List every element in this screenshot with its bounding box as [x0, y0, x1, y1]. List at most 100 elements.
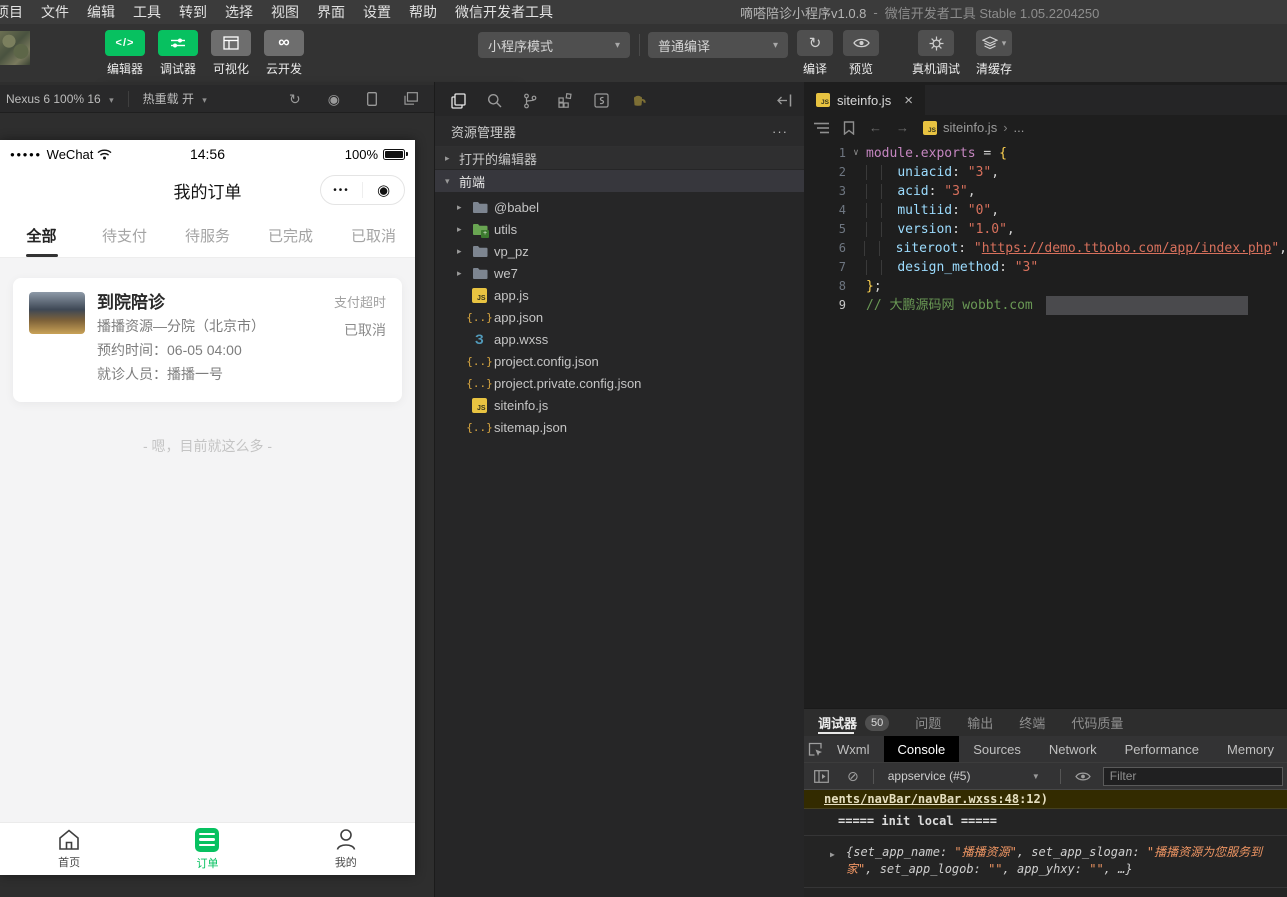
- file-tree-item[interactable]: ▸ + JS {..} Ɛ we7: [435, 262, 804, 284]
- code-line[interactable]: 3 acid: "3",: [804, 182, 1287, 201]
- order-tab[interactable]: 待支付: [83, 214, 166, 257]
- code-line[interactable]: 7 design_method: "3": [804, 258, 1287, 277]
- collapse-sidebar-icon[interactable]: [777, 94, 792, 107]
- menu-item[interactable]: 选择: [216, 0, 262, 24]
- file-tree-item[interactable]: ▸ + JS {..} Ɛ @babel: [435, 196, 804, 218]
- menu-item[interactable]: 界面: [308, 0, 354, 24]
- file-tree-item[interactable]: ▸ + JS {..} Ɛ siteinfo.js: [435, 394, 804, 416]
- file-tree-item[interactable]: ▸ + JS {..} Ɛ project.private.config.jso…: [435, 372, 804, 394]
- devtools-tab[interactable]: Memory: [1213, 736, 1287, 762]
- fold-icon[interactable]: ∨: [846, 144, 866, 163]
- console-log-row[interactable]: ▶{id: "277", uid: "3", uniacid: "3", nic…: [804, 888, 1287, 897]
- console-log-row[interactable]: ▶{set_app_name: "播播资源", set_app_slogan: …: [804, 836, 1287, 888]
- code-line[interactable]: 6 siteroot: "https://demo.ttbobo.com/app…: [804, 239, 1287, 258]
- file-tree-item[interactable]: ▸ + JS {..} Ɛ project.config.json: [435, 350, 804, 372]
- breadcrumb[interactable]: JS siteinfo.js › ...: [923, 120, 1024, 135]
- menu-item[interactable]: 帮助: [400, 0, 446, 24]
- toolbar-tool[interactable]: </> ∞ 云开发: [262, 30, 306, 77]
- toolbar-action[interactable]: ↻ ▾ 预览: [839, 30, 883, 77]
- file-tree-item[interactable]: ▸ + JS {..} Ɛ app.js: [435, 284, 804, 306]
- code-area[interactable]: 1∨module.exports = {2 uniacid: "3",3 aci…: [804, 140, 1287, 315]
- git-branch-icon[interactable]: [523, 93, 537, 109]
- compile-mode-dropdown[interactable]: 普通编译 ▾: [648, 32, 788, 58]
- menu-item[interactable]: 工具: [124, 0, 170, 24]
- inspect-element-icon[interactable]: [808, 742, 823, 757]
- file-tree-item[interactable]: ▸ + JS {..} Ɛ sitemap.json: [435, 416, 804, 438]
- tabbar-item[interactable]: 我的: [277, 823, 415, 875]
- menu-item[interactable]: 转到: [170, 0, 216, 24]
- expander-icon[interactable]: ▶: [830, 846, 835, 863]
- more-actions-icon[interactable]: ···: [772, 124, 788, 139]
- debugger-tab[interactable]: 代码质量: [1071, 709, 1123, 736]
- search-icon[interactable]: [487, 93, 502, 108]
- order-tab[interactable]: 已完成: [249, 214, 332, 257]
- editor-tab[interactable]: JS siteinfo.js ×: [804, 85, 925, 115]
- code-line[interactable]: 8};: [804, 277, 1287, 296]
- code-line[interactable]: 2 uniacid: "3",: [804, 163, 1287, 182]
- outline-icon[interactable]: [814, 122, 829, 134]
- file-tree-item[interactable]: ▸ + JS {..} Ɛ utils: [435, 218, 804, 240]
- more-icon[interactable]: •••: [321, 185, 362, 196]
- file-tree-item[interactable]: ▸ + JS {..} Ɛ app.wxss: [435, 328, 804, 350]
- snippets-icon[interactable]: [594, 93, 609, 108]
- float-window-icon[interactable]: [404, 92, 418, 105]
- toolbar-tool[interactable]: </> ∞ 编辑器: [103, 30, 147, 77]
- menu-item[interactable]: 设置: [354, 0, 400, 24]
- back-icon[interactable]: ←: [869, 120, 882, 135]
- forward-icon[interactable]: →: [896, 120, 909, 135]
- avatar[interactable]: [0, 31, 30, 65]
- tabbar-item[interactable]: 订单: [138, 823, 276, 875]
- devtools-tab[interactable]: Wxml: [823, 736, 884, 762]
- toolbar-tool[interactable]: </> ∞ 调试器: [156, 30, 200, 77]
- debugger-tab[interactable]: 问题: [915, 709, 941, 736]
- context-dropdown[interactable]: appservice (#5) ▼: [888, 769, 1046, 783]
- file-tree-item[interactable]: ▸ + JS {..} Ɛ vp_pz: [435, 240, 804, 262]
- menu-item[interactable]: 文件: [32, 0, 78, 24]
- file-tree-item[interactable]: ▸ + JS {..} Ɛ app.json: [435, 306, 804, 328]
- devtools-tab[interactable]: Console: [884, 736, 960, 762]
- explorer-section[interactable]: ▸ 打开的编辑器: [435, 147, 804, 170]
- filter-input[interactable]: [1103, 767, 1283, 786]
- code-line[interactable]: 5 version: "1.0",: [804, 220, 1287, 239]
- code-line[interactable]: 1∨module.exports = {: [804, 144, 1287, 163]
- extensions-icon[interactable]: [558, 93, 573, 108]
- toolbar-action[interactable]: ↻ ▾ 编译: [793, 30, 837, 77]
- console-warning-row[interactable]: nents/navBar/navBar.wxss:48 :12): [804, 790, 1287, 809]
- source-link[interactable]: nents/navBar/navBar.wxss:48: [824, 792, 1019, 806]
- capsule-menu[interactable]: ••• ◉: [320, 175, 405, 205]
- console-log-row[interactable]: ===== init local =====: [804, 809, 1287, 836]
- order-tab[interactable]: 待服务: [166, 214, 249, 257]
- order-card[interactable]: 到院陪诊 支付超时 已取消 播播资源—分院（北京市） 预约时间：06-05 04…: [13, 278, 402, 402]
- rotate-icon[interactable]: ↻: [289, 92, 301, 106]
- record-icon[interactable]: ◉: [328, 92, 340, 106]
- teapot-icon[interactable]: [630, 94, 647, 107]
- devtools-tab[interactable]: Performance: [1111, 736, 1213, 762]
- devtools-tab[interactable]: Sources: [959, 736, 1035, 762]
- menu-item[interactable]: 微信开发者工具: [446, 0, 562, 24]
- code-line[interactable]: 4 multiid: "0",: [804, 201, 1287, 220]
- toolbar-tool[interactable]: </> ∞ 可视化: [209, 30, 253, 77]
- explorer-section[interactable]: ▾ 前端: [435, 170, 804, 193]
- menu-item[interactable]: 编辑: [78, 0, 124, 24]
- devtools-tab[interactable]: Network: [1035, 736, 1111, 762]
- toolbar-action[interactable]: ↻ ▾ 清缓存: [969, 30, 1019, 77]
- mode-dropdown[interactable]: 小程序模式 ▾: [478, 32, 630, 58]
- tabbar-item[interactable]: 首页: [0, 823, 138, 875]
- code-line[interactable]: 9// 大鹏源码网 wobbt.com: [804, 296, 1287, 315]
- debugger-tab[interactable]: 输出: [967, 709, 993, 736]
- hot-reload-toggle[interactable]: 热重载 开 ▾: [133, 90, 217, 107]
- menu-item[interactable]: 视图: [262, 0, 308, 24]
- files-icon[interactable]: [451, 93, 466, 109]
- device-selector[interactable]: Nexus 6 100% 16 ▾: [0, 92, 124, 106]
- order-tab[interactable]: 已取消: [332, 214, 415, 257]
- eye-icon[interactable]: [1075, 771, 1091, 782]
- toolbar-action[interactable]: ↻ ▾ 真机调试: [907, 30, 965, 77]
- order-tab[interactable]: 全部: [0, 214, 83, 257]
- debugger-tab[interactable]: 终端: [1019, 709, 1045, 736]
- menu-item[interactable]: 项目: [0, 0, 32, 24]
- minimize-target-icon[interactable]: ◉: [363, 181, 404, 199]
- debugger-tab[interactable]: 调试器 50: [818, 709, 889, 736]
- clear-console-icon[interactable]: ⊘: [847, 768, 859, 785]
- sidebar-toggle-icon[interactable]: [814, 770, 829, 783]
- close-icon[interactable]: ×: [904, 92, 913, 109]
